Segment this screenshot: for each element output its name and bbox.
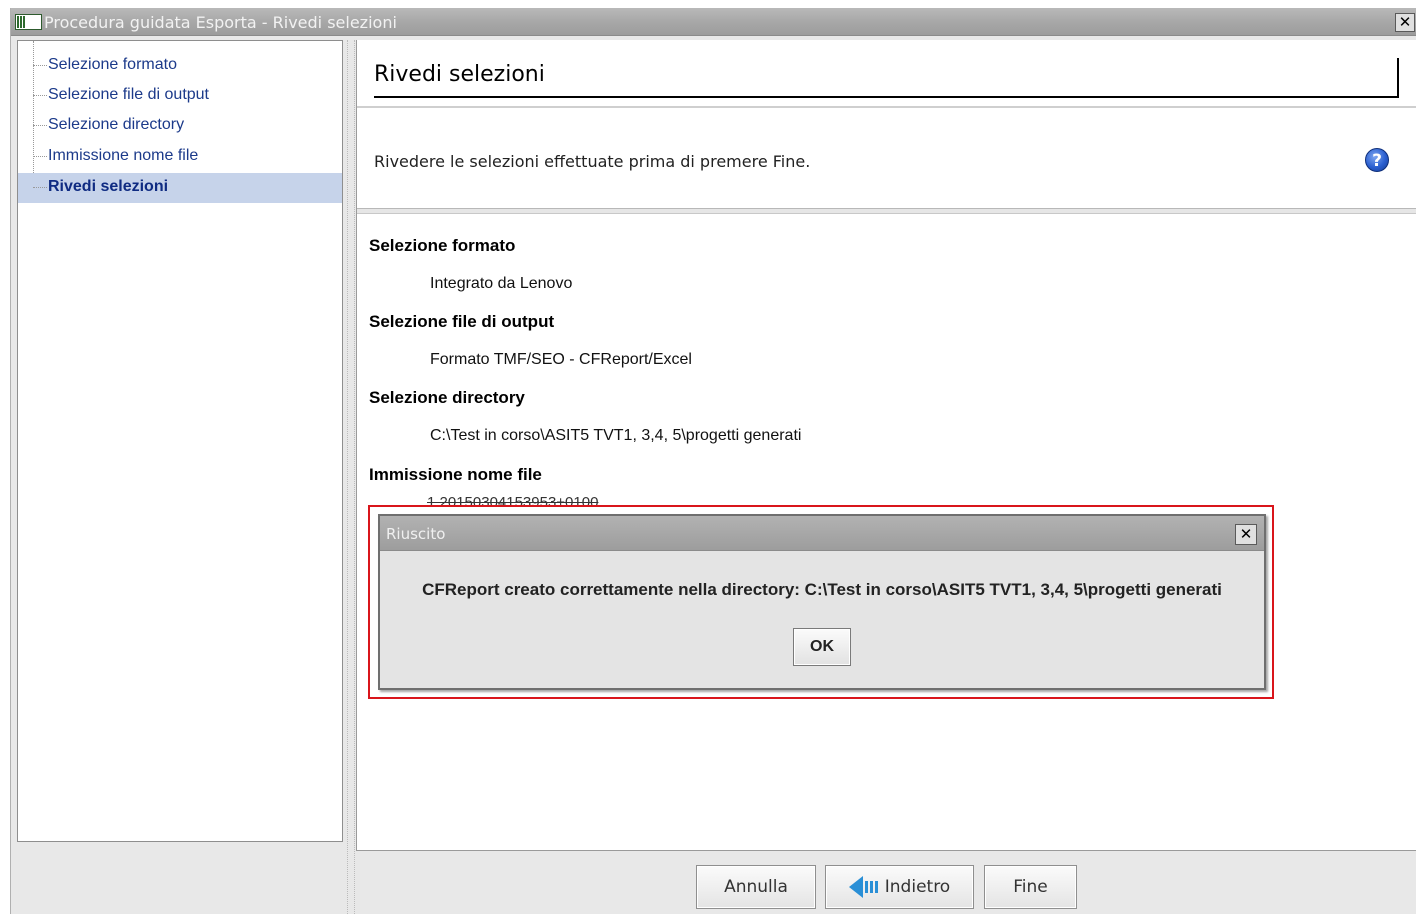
summary-value: Formato TMF/SEO - CFReport/Excel — [430, 351, 692, 368]
tree-item-immissione-nome-file[interactable]: Immissione nome file — [18, 142, 342, 172]
help-icon[interactable]: ? — [1365, 148, 1389, 172]
splitter-handle[interactable] — [347, 40, 355, 914]
button-bar: Annulla Indietro Fine — [356, 850, 1416, 914]
page-header: Rivedi selezioni — [357, 40, 1416, 106]
page-title: Rivedi selezioni — [374, 62, 545, 87]
tree-item-label: Rivedi selezioni — [48, 178, 169, 195]
tree-item-label: Selezione formato — [48, 56, 177, 73]
tree-item-label: Selezione directory — [48, 116, 185, 133]
divider — [357, 106, 1416, 108]
summary-value: Integrato da Lenovo — [430, 275, 573, 292]
back-button[interactable]: Indietro — [825, 865, 974, 909]
tree-item-selezione-directory[interactable]: Selezione directory — [18, 111, 342, 141]
wizard-steps-tree: Selezione formato Selezione file di outp… — [17, 40, 343, 842]
summary-heading: Selezione directory — [369, 388, 525, 407]
title-border — [1397, 58, 1399, 98]
left-bottom-area — [17, 844, 343, 914]
window-title: Procedura guidata Esporta - Rivedi selez… — [44, 13, 397, 32]
summary-heading: Selezione file di output — [369, 312, 555, 331]
dialog-message: CFReport creato correttamente nella dire… — [422, 580, 1222, 599]
summary-heading: Immissione nome file — [369, 465, 542, 484]
summary-heading: Selezione formato — [369, 236, 516, 255]
success-dialog: Riuscito ✕ CFReport creato correttamente… — [378, 514, 1266, 690]
dialog-close-button[interactable]: ✕ — [1235, 524, 1257, 545]
ok-button[interactable]: OK — [793, 628, 851, 666]
dialog-title: Riuscito — [386, 525, 446, 543]
tree-item-rivedi-selezioni[interactable]: Rivedi selezioni — [18, 173, 342, 203]
finish-button[interactable]: Fine — [984, 865, 1077, 909]
tree-item-selezione-file-output[interactable]: Selezione file di output — [18, 81, 342, 111]
cancel-button[interactable]: Annulla — [696, 865, 816, 909]
dialog-titlebar[interactable]: Riuscito ✕ — [380, 516, 1264, 551]
back-button-label: Indietro — [884, 877, 951, 897]
instructions-text: Rivedere le selezioni effettuate prima d… — [374, 152, 811, 171]
export-wizard-window: Procedura guidata Esporta - Rivedi selez… — [10, 8, 1416, 914]
tree-item-label: Selezione file di output — [48, 86, 209, 103]
divider — [357, 208, 1416, 214]
app-icon — [15, 14, 42, 30]
window-titlebar[interactable]: Procedura guidata Esporta - Rivedi selez… — [11, 8, 1416, 36]
review-panel: Rivedi selezioni Rivedere le selezioni e… — [356, 40, 1416, 850]
summary-value: C:\Test in corso\ASIT5 TVT1, 3,4, 5\prog… — [430, 427, 802, 444]
title-underline — [374, 96, 1398, 98]
back-arrow-icon — [848, 876, 883, 898]
tree-item-label: Immissione nome file — [48, 147, 199, 164]
window-close-button[interactable]: ✕ — [1395, 13, 1415, 32]
tree-item-selezione-formato[interactable]: Selezione formato — [18, 51, 342, 81]
